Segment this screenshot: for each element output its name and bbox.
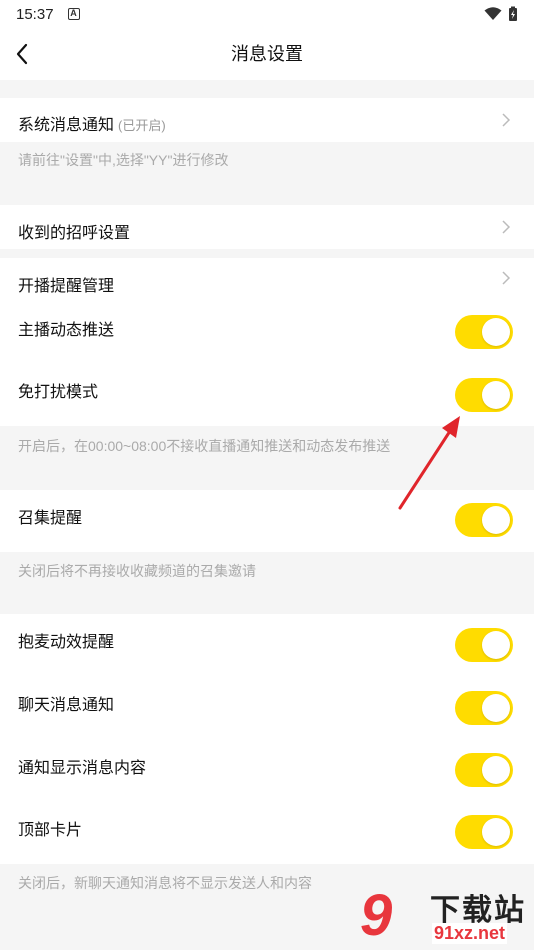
chevron-right-icon [502,113,511,127]
anchor-push-label: 主播动态推送 [18,322,115,339]
live-reminder-row[interactable]: 开播提醒管理 [0,258,534,302]
notification-a-icon: A [67,8,80,20]
watermark: 9 下载站 91xz.net [360,885,530,947]
live-settings-group: 开播提醒管理 主播动态推送 免打扰模式 [0,258,534,426]
toggle-knob [482,506,510,534]
chat-settings-group: 抱麦动效提醒 聊天消息通知 通知显示消息内容 顶部卡片 [0,614,534,864]
page-title: 消息设置 [231,44,303,64]
live-reminder-label: 开播提醒管理 [18,278,115,295]
mic-effect-label: 抱麦动效提醒 [18,634,115,651]
wifi-icon [484,7,502,20]
toggle-knob [482,694,510,722]
greeting-settings-row[interactable]: 收到的招呼设置 [0,205,534,249]
bottom-hint: 关闭后，新聊天通知消息将不显示发送人和内容 [18,875,312,891]
toggle-knob [482,818,510,846]
watermark-logo: 9 [360,883,393,948]
annotation-arrow-icon [398,416,460,510]
dnd-mode-toggle[interactable] [455,378,513,412]
mic-effect-toggle[interactable] [455,628,513,662]
status-bar: 15:37 A [0,0,534,28]
system-notify-row[interactable]: 系统消息通知 (已开启) [0,98,534,142]
dnd-hint: 开启后，在00:00~08:00不接收直播通知推送和动态发布推送 [18,438,391,454]
system-notify-label: 系统消息通知 (已开启) [18,111,166,135]
chat-notify-toggle[interactable] [455,691,513,725]
summon-reminder-label: 召集提醒 [18,510,83,527]
watermark-url: 91xz.net [432,923,508,944]
dnd-mode-label: 免打扰模式 [18,384,99,401]
status-right [484,6,518,22]
toggle-knob [482,381,510,409]
top-card-toggle[interactable] [455,815,513,849]
chevron-right-icon [502,220,511,234]
greeting-settings-label: 收到的招呼设置 [18,225,131,242]
top-card-label: 顶部卡片 [18,822,83,839]
anchor-push-toggle[interactable] [455,315,513,349]
show-content-label: 通知显示消息内容 [18,760,147,777]
app-bar: 消息设置 [0,28,534,80]
show-content-toggle[interactable] [455,753,513,787]
toggle-knob [482,756,510,784]
system-notify-hint: 请前往"设置"中,选择"YY"进行修改 [18,152,229,168]
status-time: 15:37 [16,5,54,23]
chevron-right-icon [502,271,511,285]
summon-hint: 关闭后将不再接收收藏频道的召集邀请 [18,563,256,579]
battery-charging-icon [509,6,517,21]
system-notify-status: (已开启) [118,118,166,133]
system-notify-text: 系统消息通知 [18,117,115,134]
chat-notify-label: 聊天消息通知 [18,697,115,714]
toggle-knob [482,318,510,346]
toggle-knob [482,631,510,659]
